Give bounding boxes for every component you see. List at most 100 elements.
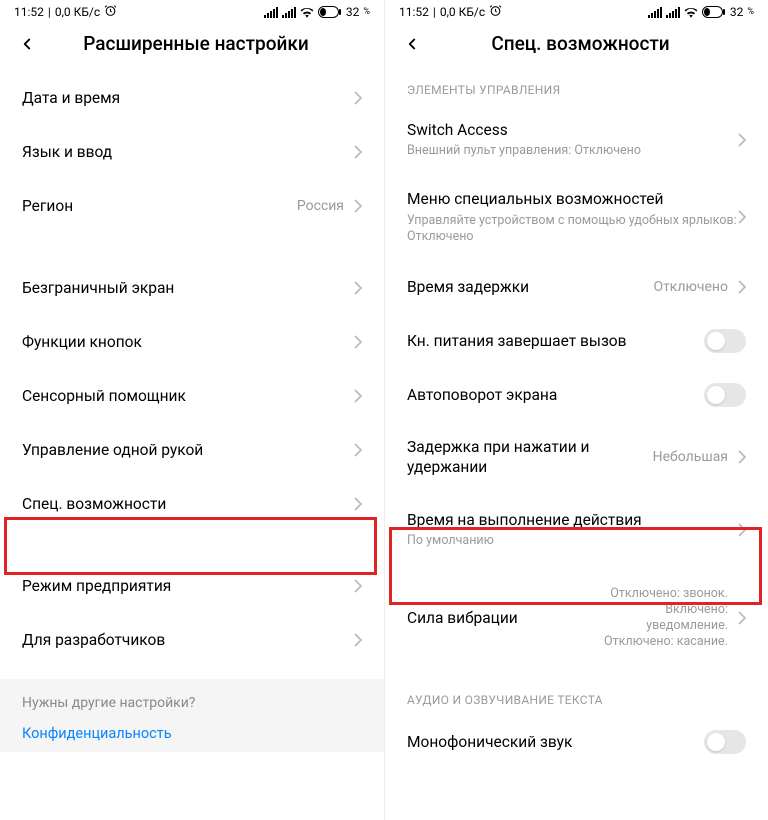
page-header: Спец. возможности xyxy=(385,22,768,71)
chevron-right-icon xyxy=(738,210,746,224)
row-label: Регион xyxy=(22,196,297,216)
screenshot-right: 11:52 | 0,0 КБ/с 32% Спец. возможности Э… xyxy=(384,0,768,820)
row-switch-access[interactable]: Switch Access Внешний пульт управления: … xyxy=(385,105,768,174)
status-bar: 11:52 | 0,0 КБ/с 32% xyxy=(0,0,384,22)
row-accessibility[interactable]: Спец. возможности xyxy=(0,477,384,531)
chevron-right-icon xyxy=(738,280,746,294)
toggle-switch[interactable] xyxy=(704,383,746,407)
signal-icon xyxy=(264,7,278,18)
row-region[interactable]: Регион Россия xyxy=(0,179,384,233)
status-divider: | xyxy=(433,5,436,19)
row-label: Задержка при нажатии и удержании xyxy=(407,437,653,477)
status-net: 0,0 КБ/с xyxy=(440,5,485,19)
row-value: Небольшая xyxy=(653,448,728,466)
row-label: Сенсорный помощник xyxy=(22,386,354,406)
footer-question: Нужны другие настройки? xyxy=(22,695,362,711)
row-mono-audio[interactable]: Монофонический звук xyxy=(385,715,768,769)
row-enterprise[interactable]: Режим предприятия xyxy=(0,559,384,613)
alarm-icon xyxy=(489,4,502,20)
row-buttons[interactable]: Функции кнопок xyxy=(0,315,384,369)
status-left: 11:52 | 0,0 КБ/с xyxy=(14,4,117,20)
row-label: Автоповорот экрана xyxy=(407,385,704,405)
chevron-right-icon xyxy=(354,497,362,511)
chevron-right-icon xyxy=(354,443,362,457)
status-divider: | xyxy=(48,5,51,19)
row-sublabel: Управляйте устройством с помощью удобных… xyxy=(407,213,738,246)
section-header-controls: Элементы управления xyxy=(385,71,768,105)
row-vibration[interactable]: Сила вибрации Отключено: звонок. Включен… xyxy=(385,568,768,669)
row-value: Россия xyxy=(297,197,344,215)
chevron-right-icon xyxy=(354,335,362,349)
row-label: Время на выполнение действия xyxy=(407,510,738,530)
row-label: Дата и время xyxy=(22,88,354,108)
page-title: Спец. возможности xyxy=(439,32,722,55)
row-label: Функции кнопок xyxy=(22,332,354,352)
battery-icon xyxy=(318,6,342,18)
alarm-icon xyxy=(104,4,117,20)
row-label: Монофонический звук xyxy=(407,732,704,752)
back-button[interactable] xyxy=(401,33,423,55)
row-label: Switch Access xyxy=(407,120,738,140)
chevron-right-icon xyxy=(738,450,746,464)
chevron-right-icon xyxy=(354,91,362,105)
row-touch-hold-delay[interactable]: Задержка при нажатии и удержании Небольш… xyxy=(385,422,768,492)
signal-icon xyxy=(648,7,662,18)
row-sublabel: По умолчанию xyxy=(407,533,738,549)
battery-suffix: % xyxy=(363,7,370,17)
wifi-icon xyxy=(300,7,314,18)
signal-icon-2 xyxy=(666,7,680,18)
chevron-right-icon xyxy=(354,579,362,593)
toggle-switch[interactable] xyxy=(704,730,746,754)
page-header: Расширенные настройки xyxy=(0,22,384,71)
battery-icon xyxy=(702,6,726,18)
row-power-end-call[interactable]: Кн. питания завершает вызов xyxy=(385,314,768,368)
row-datetime[interactable]: Дата и время xyxy=(0,71,384,125)
toggle-switch[interactable] xyxy=(704,329,746,353)
status-right: 32% xyxy=(264,5,370,19)
status-time: 11:52 xyxy=(14,5,44,19)
row-touch-assistant[interactable]: Сенсорный помощник xyxy=(0,369,384,423)
row-label: Режим предприятия xyxy=(22,576,354,596)
row-language[interactable]: Язык и ввод xyxy=(0,125,384,179)
chevron-right-icon xyxy=(354,145,362,159)
row-label: Управление одной рукой xyxy=(22,440,354,460)
section-gap xyxy=(0,531,384,559)
back-button[interactable] xyxy=(16,33,38,55)
screenshot-left: 11:52 | 0,0 КБ/с 32% Расширенные настрой… xyxy=(0,0,384,820)
row-one-hand[interactable]: Управление одной рукой xyxy=(0,423,384,477)
row-sublabel: Внешний пульт управления: Отключено xyxy=(407,143,738,159)
row-value: Отключено xyxy=(653,278,728,296)
battery-pct: 32 xyxy=(346,5,360,19)
row-fullscreen[interactable]: Безграничный экран xyxy=(0,261,384,315)
row-developer[interactable]: Для разработчиков xyxy=(0,613,384,667)
status-time: 11:52 xyxy=(399,5,429,19)
chevron-right-icon xyxy=(354,633,362,647)
status-left: 11:52 | 0,0 КБ/с xyxy=(399,4,502,20)
chevron-right-icon xyxy=(354,389,362,403)
battery-pct: 32 xyxy=(730,5,744,19)
chevron-right-icon xyxy=(354,281,362,295)
row-label: Кн. питания завершает вызов xyxy=(407,331,704,351)
signal-icon-2 xyxy=(282,7,296,18)
status-net: 0,0 КБ/с xyxy=(55,5,100,19)
status-right: 32% xyxy=(648,5,754,19)
row-label: Язык и ввод xyxy=(22,142,354,162)
row-accessibility-menu[interactable]: Меню специальных возможностей Управляйте… xyxy=(385,174,768,260)
row-auto-rotate[interactable]: Автоповорот экрана xyxy=(385,368,768,422)
row-label: Безграничный экран xyxy=(22,278,354,298)
row-label: Спец. возможности xyxy=(22,494,354,514)
row-delay-time[interactable]: Время задержки Отключено xyxy=(385,260,768,314)
battery-suffix: % xyxy=(747,7,754,17)
row-label: Время задержки xyxy=(407,277,653,297)
privacy-link[interactable]: Конфиденциальность xyxy=(22,725,362,742)
section-header-audio: Аудио и озвучивание текста xyxy=(385,669,768,715)
wifi-icon xyxy=(684,7,698,18)
chevron-right-icon xyxy=(354,199,362,213)
page-title: Расширенные настройки xyxy=(54,32,338,55)
row-label: Для разработчиков xyxy=(22,630,354,650)
row-value: Отключено: звонок. Включено: уведомление… xyxy=(588,586,728,651)
row-action-time[interactable]: Время на выполнение действия По умолчани… xyxy=(385,492,768,567)
row-label: Меню специальных возможностей xyxy=(407,189,738,209)
section-gap xyxy=(0,233,384,261)
chevron-right-icon xyxy=(738,523,746,537)
